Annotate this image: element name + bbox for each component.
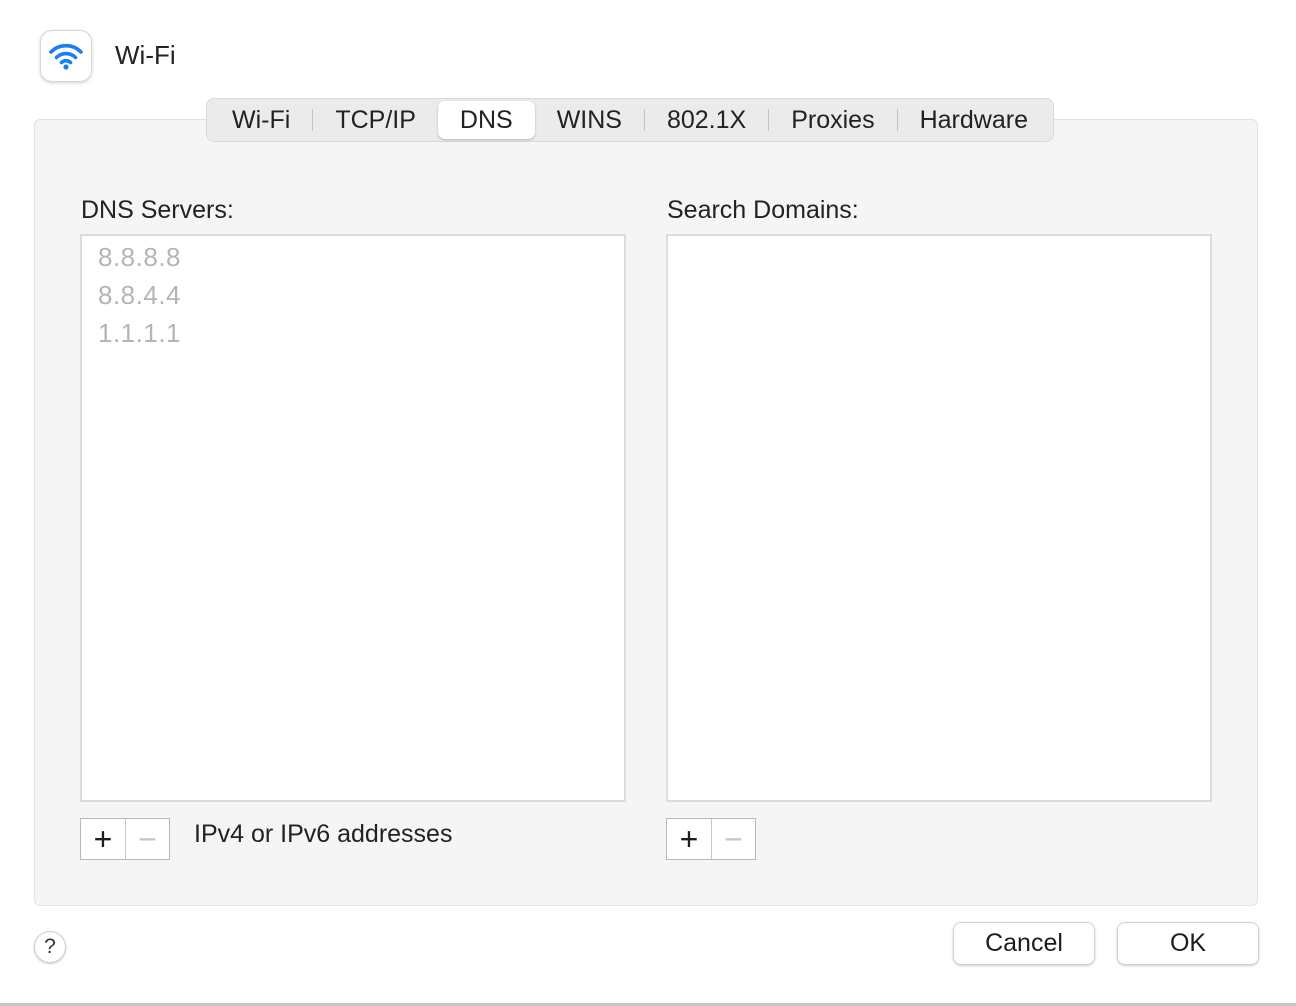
tab-hardware[interactable]: Hardware	[898, 101, 1050, 139]
search-domains-add-remove: + −	[666, 818, 756, 860]
tab-wins[interactable]: WINS	[535, 101, 644, 139]
ok-button[interactable]: OK	[1117, 922, 1259, 965]
remove-dns-server-button[interactable]: −	[124, 819, 169, 859]
dns-servers-hint: IPv4 or IPv6 addresses	[194, 820, 453, 848]
tab-dns[interactable]: DNS	[437, 101, 535, 139]
list-item[interactable]: 8.8.8.8	[82, 238, 624, 276]
wifi-icon	[40, 30, 92, 82]
tab-tcpip[interactable]: TCP/IP	[313, 101, 438, 139]
dns-servers-label: DNS Servers:	[81, 196, 234, 224]
add-search-domain-button[interactable]: +	[667, 819, 711, 859]
tab-8021x[interactable]: 802.1X	[645, 101, 768, 139]
tab-bar: Wi-Fi TCP/IP DNS WINS 802.1X Proxies Har…	[206, 98, 1054, 142]
add-dns-server-button[interactable]: +	[81, 819, 125, 859]
dns-servers-list[interactable]: 8.8.8.8 8.8.4.4 1.1.1.1	[80, 234, 626, 802]
dns-servers-add-remove: + −	[80, 818, 170, 860]
list-item[interactable]: 8.8.4.4	[82, 276, 624, 314]
window-title: Wi-Fi	[115, 40, 176, 70]
remove-search-domain-button[interactable]: −	[710, 819, 755, 859]
list-item[interactable]: 1.1.1.1	[82, 314, 624, 352]
network-settings-dialog: Wi-Fi Wi-Fi TCP/IP DNS WINS 802.1X Proxi…	[0, 0, 1296, 1006]
search-domains-list[interactable]	[666, 234, 1212, 802]
search-domains-label: Search Domains:	[667, 196, 859, 224]
tab-proxies[interactable]: Proxies	[769, 101, 896, 139]
help-button[interactable]: ?	[34, 931, 66, 963]
cancel-button[interactable]: Cancel	[953, 922, 1095, 965]
tab-wifi[interactable]: Wi-Fi	[210, 101, 312, 139]
wifi-glyph	[49, 43, 83, 70]
